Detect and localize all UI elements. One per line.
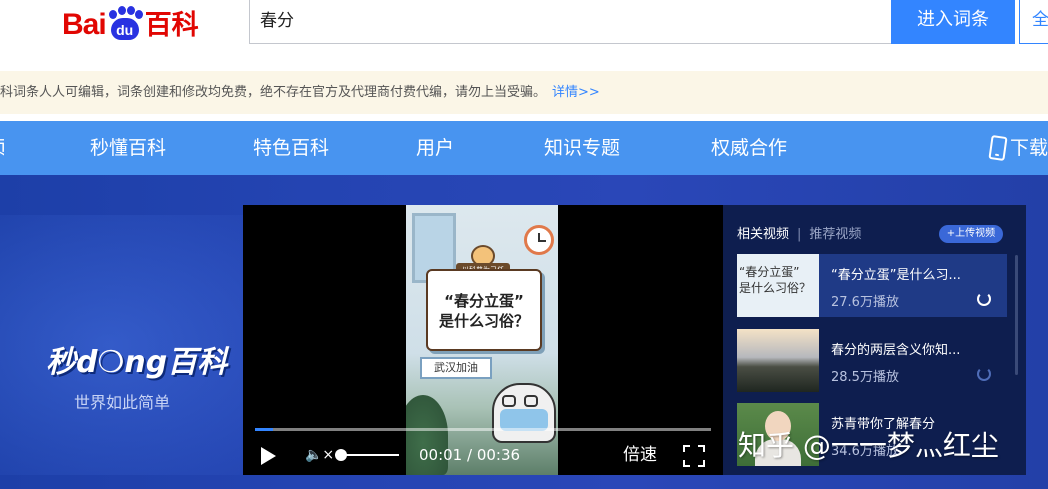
progress-fill [255,428,274,431]
enter-entry-button[interactable]: 进入词条 [891,0,1015,44]
notice-bar: 科词条人人可编辑，词条创建和修改均免费，绝不存在官方及代理商付费代编，请勿上当受… [0,71,1048,114]
logo-du-text: du [110,18,139,40]
top-search-bar: Bai du 百科 春分 进入词条 全 [0,0,1048,62]
logo-bai-text: Bai [62,8,107,41]
panel-tabs: 相关视频 | 推荐视频 [737,223,861,242]
main-nav: 页 秒懂百科 特色百科 用户 知识专题 权威合作 下载 [0,121,1048,175]
play-count: 27.6万播放 [831,295,899,310]
notice-details-link[interactable]: 详情>> [552,85,600,100]
video-thumbnail: “春分立蛋” 是什么习俗？ [737,254,819,317]
volume-knob[interactable] [335,449,347,461]
video-title: 春分的两层含义你知... [831,343,961,358]
baidu-baike-logo[interactable]: Bai du 百科 [62,2,199,42]
upload-video-button[interactable]: +上传视频 [939,225,1003,243]
tab-related-videos[interactable]: 相关视频 [737,227,789,242]
video-thumbnail [737,329,819,392]
logo-baike-text: 百科 [144,10,199,41]
speed-button[interactable]: 倍速 [623,441,657,469]
nav-item-tese[interactable]: 特色百科 [253,121,329,175]
progress-bar[interactable] [255,428,711,431]
tab-recommended-videos[interactable]: 推荐视频 [809,227,861,242]
video-card-text: “春分立蛋” 是什么习俗？ [438,292,529,330]
tab-separator: | [797,227,802,242]
miaodong-brand-logo: 秒d❍ng百科 [46,345,228,380]
nav-item-homepage[interactable]: 页 [0,121,4,175]
nav-item-miaodong[interactable]: 秒懂百科 [90,121,166,175]
video-frame[interactable]: 以科普为己任 “春分立蛋” 是什么习俗？ 武汉加油 [406,205,558,475]
nav-item-topics[interactable]: 知识专题 [544,121,620,175]
video-title-card: “春分立蛋” 是什么习俗？ [426,269,542,351]
play-icon[interactable] [259,441,277,469]
paw-icon: du [107,6,143,42]
brand-slogan: 世界如此简单 [74,393,171,412]
nav-item-user[interactable]: 用户 [416,121,454,175]
nav-item-cooperation[interactable]: 权威合作 [711,121,787,175]
phone-icon [988,135,1008,161]
time-display: 00:01 / 00:36 [419,446,521,464]
related-video-item[interactable]: “春分立蛋” 是什么习俗？ “春分立蛋”是什么习... 27.6万播放 [737,254,1007,317]
notice-text: 科词条人人可编辑，词条创建和修改均免费，绝不存在官方及代理商付费代编，请勿上当受… [0,85,547,100]
panel-scrollbar[interactable] [1015,255,1018,375]
zhihu-watermark: 知乎 @一一梦灬红尘 [738,429,999,462]
clock-icon [524,225,554,255]
full-search-button[interactable]: 全 [1019,0,1048,44]
volume-slider[interactable] [339,454,399,456]
video-sign: 武汉加油 [420,357,492,379]
download-label: 下载 [1010,137,1048,159]
video-title: “春分立蛋”是什么习... [831,268,961,283]
search-input[interactable]: 春分 [249,0,892,44]
related-video-item[interactable]: 春分的两层含义你知... 28.5万播放 [737,329,1007,392]
mute-icon[interactable]: 🔈× [305,441,335,469]
play-count: 28.5万播放 [831,370,899,385]
video-player[interactable]: 以科普为己任 “春分立蛋” 是什么习俗？ 武汉加油 🔈× 00:01 / 00:… [243,205,723,475]
replay-icon [977,292,991,306]
mascot-graphic [492,383,556,443]
fullscreen-icon[interactable] [683,445,705,467]
download-app-link[interactable]: 下载 [988,121,1048,175]
replay-icon [977,367,991,381]
